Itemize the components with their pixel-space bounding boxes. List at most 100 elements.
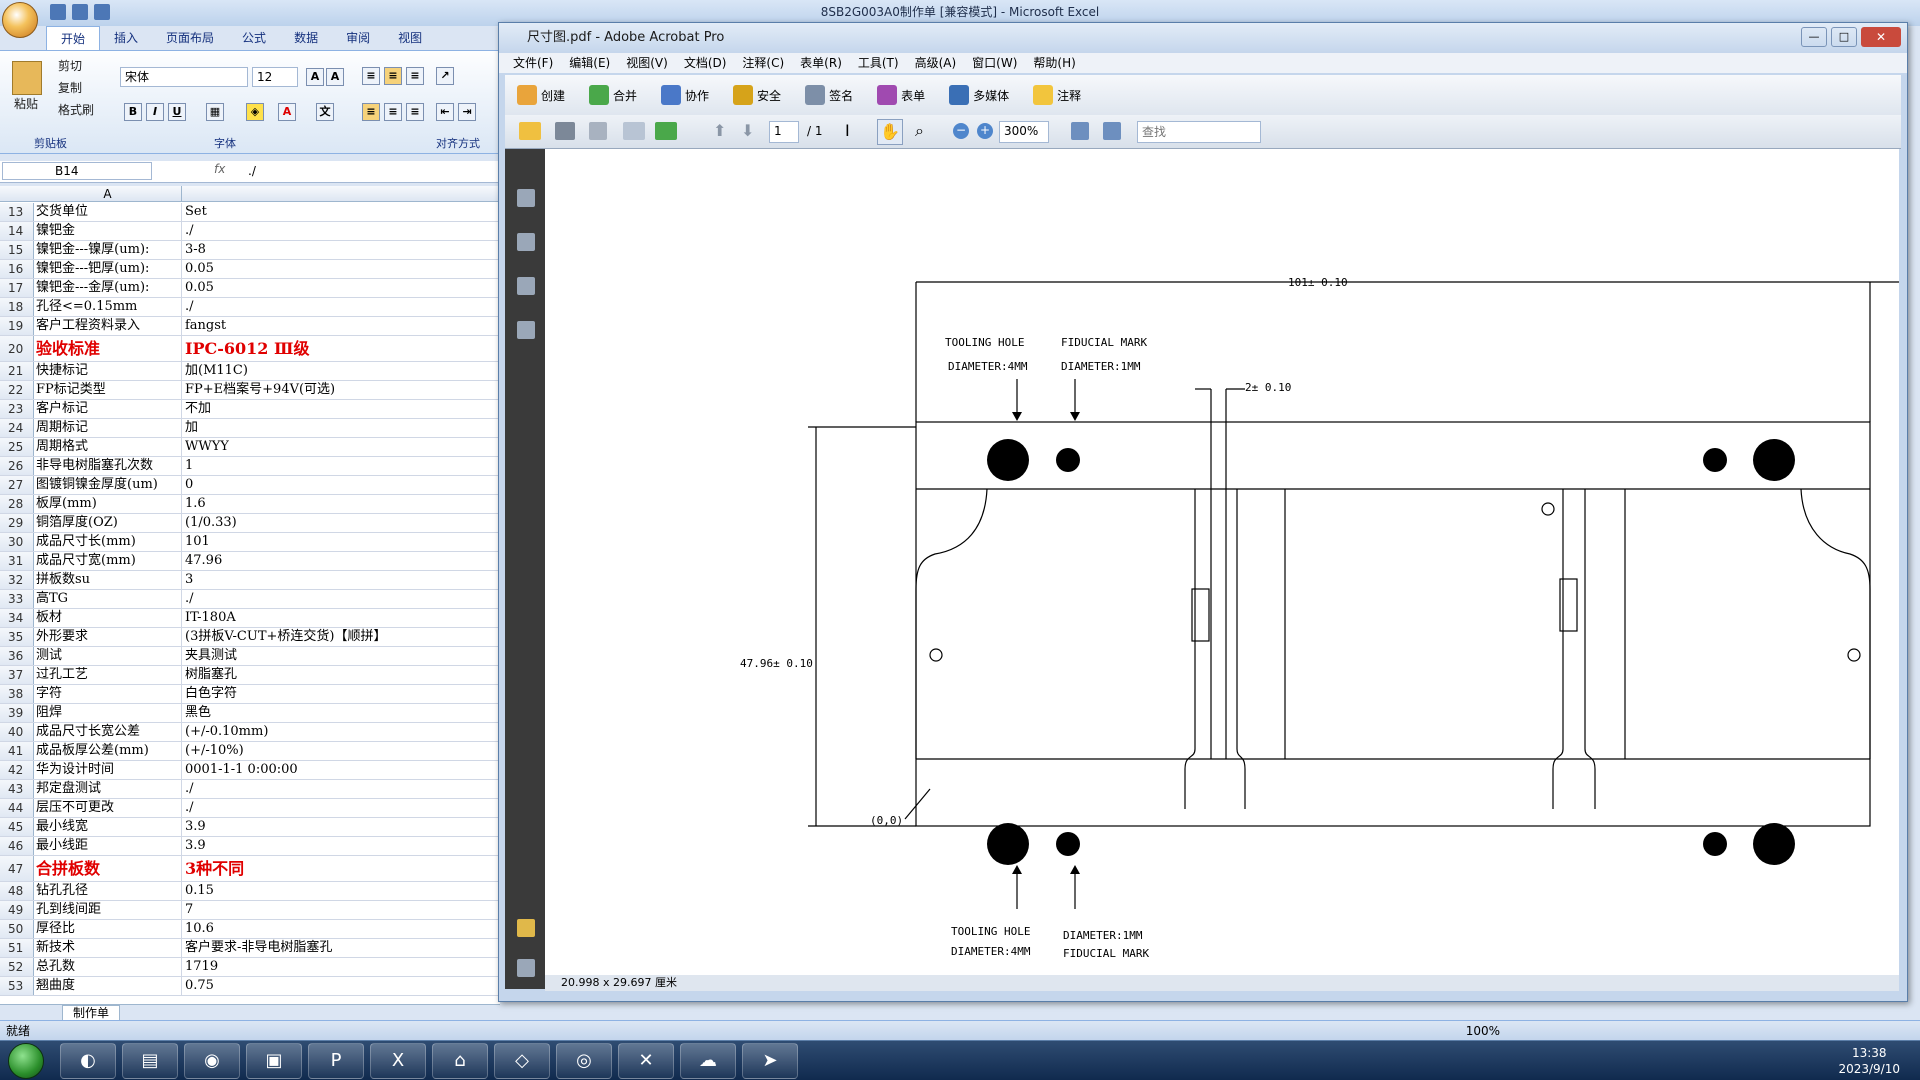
menu-tools[interactable]: 工具(T): [858, 53, 899, 73]
cell-b[interactable]: ./: [182, 780, 500, 798]
table-row[interactable]: 49 孔到线间距 7: [0, 901, 500, 920]
row-header[interactable]: 21: [0, 362, 34, 380]
cell-a[interactable]: 拼板数su: [34, 571, 182, 589]
table-row[interactable]: 26 非导电树脂塞孔次数 1: [0, 457, 500, 476]
tab-page-layout[interactable]: 页面布局: [152, 26, 228, 50]
cell-b[interactable]: 0.15: [182, 882, 500, 900]
cell-a[interactable]: 非导电树脂塞孔次数: [34, 457, 182, 475]
cell-a[interactable]: 快捷标记: [34, 362, 182, 380]
table-row[interactable]: 17 镍钯金---金厚(um): 0.05: [0, 279, 500, 298]
collaborate-button[interactable]: 协作: [661, 85, 709, 105]
bookmarks-icon[interactable]: [517, 233, 535, 251]
cell-b[interactable]: 0.05: [182, 279, 500, 297]
cell-a[interactable]: 图镀铜镍金厚度(um): [34, 476, 182, 494]
email-icon[interactable]: [623, 122, 645, 140]
cell-a[interactable]: 交货单位: [34, 203, 182, 221]
row-header[interactable]: 16: [0, 260, 34, 278]
font-name-select[interactable]: 宋体: [120, 67, 248, 87]
zoom-level[interactable]: 100%: [1466, 1021, 1500, 1041]
cell-b[interactable]: IPC-6012 Ⅲ级: [182, 336, 500, 361]
cell-b[interactable]: 黑色: [182, 704, 500, 722]
cell-a[interactable]: 客户标记: [34, 400, 182, 418]
table-row[interactable]: 40 成品尺寸长宽公差 (+/-0.10mm): [0, 723, 500, 742]
sheet-tab[interactable]: 制作单: [62, 1005, 121, 1021]
row-header[interactable]: 49: [0, 901, 34, 919]
row-header[interactable]: 48: [0, 882, 34, 900]
cell-a[interactable]: 外形要求: [34, 628, 182, 646]
table-row[interactable]: 52 总孔数 1719: [0, 958, 500, 977]
table-row[interactable]: 20 验收标准 IPC-6012 Ⅲ级: [0, 336, 500, 362]
function-icon[interactable]: fx: [214, 162, 225, 176]
cell-a[interactable]: 板厚(mm): [34, 495, 182, 513]
table-row[interactable]: 46 最小线距 3.9: [0, 837, 500, 856]
cell-a[interactable]: 新技术: [34, 939, 182, 957]
table-row[interactable]: 28 板厚(mm) 1.6: [0, 495, 500, 514]
tab-view[interactable]: 视图: [384, 26, 436, 50]
menu-view[interactable]: 视图(V): [626, 53, 668, 73]
row-header[interactable]: 37: [0, 666, 34, 684]
table-row[interactable]: 27 图镀铜镍金厚度(um) 0: [0, 476, 500, 495]
cell-b[interactable]: ./: [182, 590, 500, 608]
row-header[interactable]: 14: [0, 222, 34, 240]
shell-app-icon[interactable]: ◐: [60, 1043, 116, 1079]
cell-a[interactable]: 周期格式: [34, 438, 182, 456]
cell-b[interactable]: 夹具测试: [182, 647, 500, 665]
phonetic-icon[interactable]: 文: [316, 103, 334, 121]
close-icon[interactable]: ✕: [1861, 27, 1901, 47]
table-row[interactable]: 43 邦定盘测试 ./: [0, 780, 500, 799]
cell-a[interactable]: 厚径比: [34, 920, 182, 938]
cell-a[interactable]: 最小线距: [34, 837, 182, 855]
table-row[interactable]: 42 华为设计时间 0001-1-1 0:00:00: [0, 761, 500, 780]
upload-icon[interactable]: [655, 122, 677, 140]
cell-a[interactable]: 成品尺寸宽(mm): [34, 552, 182, 570]
save-icon[interactable]: [589, 122, 607, 140]
table-row[interactable]: 22 FP标记类型 FP+E档案号+94V(可选): [0, 381, 500, 400]
arrow-app-icon[interactable]: ➤: [742, 1043, 798, 1079]
cell-a[interactable]: 层压不可更改: [34, 799, 182, 817]
cell-a[interactable]: 总孔数: [34, 958, 182, 976]
eye-app-icon[interactable]: ◎: [556, 1043, 612, 1079]
hand-tool-icon[interactable]: ✋: [877, 119, 903, 145]
table-row[interactable]: 38 字符 白色字符: [0, 685, 500, 704]
table-row[interactable]: 45 最小线宽 3.9: [0, 818, 500, 837]
cloud-app-icon[interactable]: ☁: [680, 1043, 736, 1079]
excel-app-icon[interactable]: X: [370, 1043, 426, 1079]
border-icon[interactable]: ▦: [206, 103, 224, 121]
row-header[interactable]: 19: [0, 317, 34, 335]
cell-a[interactable]: 邦定盘测试: [34, 780, 182, 798]
increase-indent-icon[interactable]: ⇥: [458, 103, 476, 121]
fit-page-icon[interactable]: [1103, 122, 1121, 140]
cell-b[interactable]: ./: [182, 799, 500, 817]
table-row[interactable]: 39 阻焊 黑色: [0, 704, 500, 723]
row-header[interactable]: 42: [0, 761, 34, 779]
cell-a[interactable]: 钻孔孔径: [34, 882, 182, 900]
row-header[interactable]: 38: [0, 685, 34, 703]
column-header-a[interactable]: A: [34, 186, 182, 202]
row-header[interactable]: 39: [0, 704, 34, 722]
row-header[interactable]: 47: [0, 856, 34, 881]
menu-file[interactable]: 文件(F): [513, 53, 553, 73]
cell-b[interactable]: 白色字符: [182, 685, 500, 703]
zoom-out-icon[interactable]: −: [953, 123, 969, 139]
zoom-tool-icon[interactable]: ⌕: [915, 121, 924, 141]
cell-b[interactable]: 0: [182, 476, 500, 494]
tool-app-icon[interactable]: ◇: [494, 1043, 550, 1079]
p-app-icon[interactable]: P: [308, 1043, 364, 1079]
align-right-icon[interactable]: ≡: [406, 103, 424, 121]
cell-a[interactable]: 字符: [34, 685, 182, 703]
cell-a[interactable]: 孔到线间距: [34, 901, 182, 919]
cell-b[interactable]: WWYY: [182, 438, 500, 456]
cell-b[interactable]: 不加: [182, 400, 500, 418]
orientation-icon[interactable]: ↗: [436, 67, 454, 85]
attachments-icon[interactable]: [517, 959, 535, 977]
font-size-select[interactable]: 12: [252, 67, 298, 87]
cell-b[interactable]: 0.75: [182, 977, 500, 995]
table-row[interactable]: 32 拼板数su 3: [0, 571, 500, 590]
undo-icon[interactable]: [72, 4, 88, 20]
row-header[interactable]: 13: [0, 203, 34, 221]
row-header[interactable]: 18: [0, 298, 34, 316]
cell-a[interactable]: 高TG: [34, 590, 182, 608]
cell-a[interactable]: 阻焊: [34, 704, 182, 722]
align-bottom-icon[interactable]: ≡: [406, 67, 424, 85]
row-header[interactable]: 24: [0, 419, 34, 437]
